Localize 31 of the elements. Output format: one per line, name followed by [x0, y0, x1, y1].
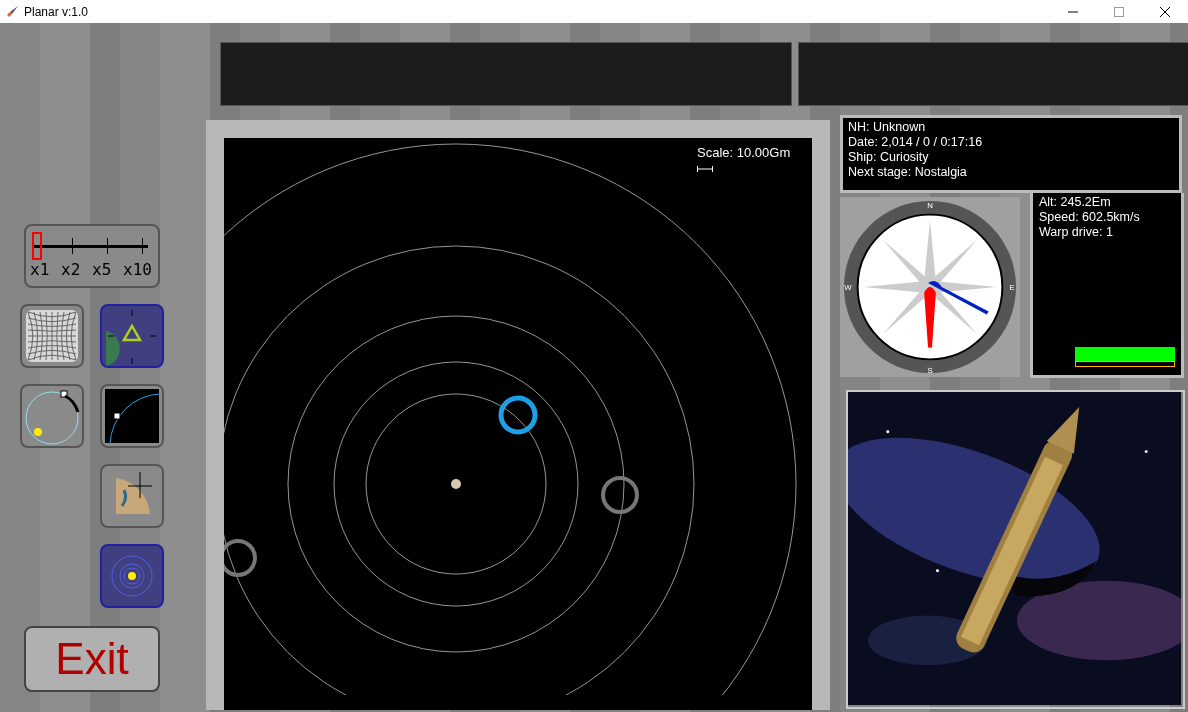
system-button[interactable]: [100, 544, 164, 608]
zoom-orbit-button[interactable]: [100, 384, 164, 448]
scale-label: Scale: 10.00Gm: [697, 145, 791, 160]
stats-line: Warp drive: 1: [1039, 225, 1114, 240]
exit-button[interactable]: Exit: [24, 626, 160, 692]
orbit-button[interactable]: [20, 384, 84, 448]
slider-tick[interactable]: [107, 238, 109, 254]
scale-bar-icon: [697, 166, 713, 172]
warp-label: x2: [61, 260, 81, 279]
compass-label: N: [927, 200, 933, 210]
info-line: NH: Unknown: [848, 120, 927, 135]
info-line: Ship: Curiosity: [848, 150, 930, 165]
info-line: Date: 2,014 / 0 / 0:17:16: [848, 135, 984, 150]
info-line: Next stage: Nostalgia: [848, 165, 968, 180]
move-button[interactable]: [100, 464, 164, 528]
warp-slider[interactable]: x1 x2 x5 x10: [24, 224, 160, 288]
slider-thumb[interactable]: [32, 232, 42, 260]
window-title: Planar v:1.0: [24, 4, 90, 19]
compass-label: W: [844, 282, 852, 292]
compass-label: E: [1009, 282, 1015, 292]
orbit-arc-icon: [102, 386, 162, 446]
compass-label: S: [927, 366, 933, 375]
warp-label: x10: [123, 260, 152, 279]
slider-tick[interactable]: [71, 238, 73, 254]
navigate-button[interactable]: [100, 304, 164, 368]
stats-line: Speed: 602.5km/s: [1039, 210, 1141, 225]
grid-button[interactable]: [20, 304, 84, 368]
stats-line: Alt: 245.2Em: [1039, 195, 1112, 210]
warp-label: x1: [30, 260, 50, 279]
slider-tick[interactable]: [142, 238, 144, 254]
warp-label: x5: [92, 260, 112, 279]
